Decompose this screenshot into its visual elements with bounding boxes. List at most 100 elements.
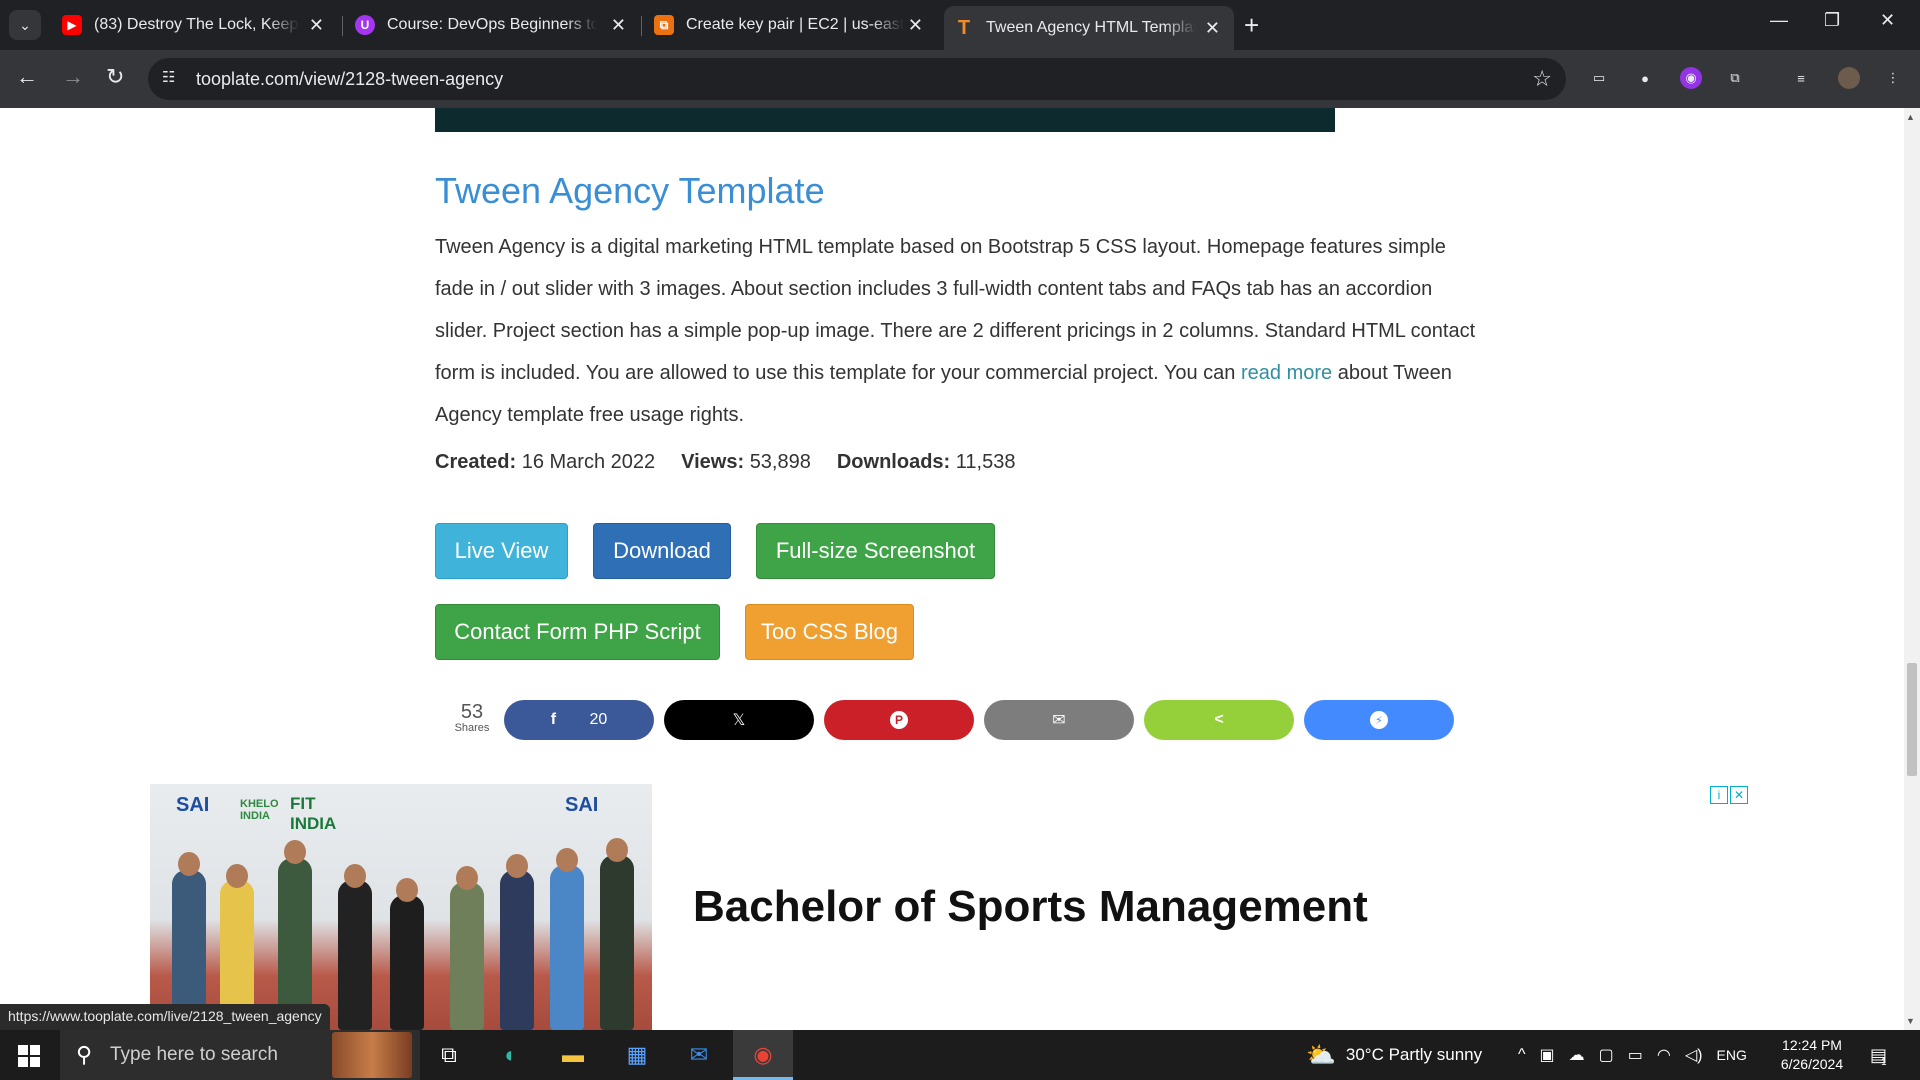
link-hover-status: https://www.tooplate.com/live/2128_tween… — [0, 1004, 330, 1030]
site-info-icon[interactable]: ☷ — [162, 68, 184, 90]
facebook-icon: f — [550, 711, 557, 728]
ad-person-head — [396, 878, 418, 902]
restore-icon[interactable]: ❐ — [1824, 10, 1840, 31]
vpn-extension-icon[interactable]: ◉ — [1680, 67, 1702, 89]
edge-icon[interactable]: ◐ — [494, 1038, 528, 1072]
search-highlight-image[interactable] — [332, 1032, 412, 1078]
close-window-icon[interactable]: ✕ — [1880, 10, 1895, 31]
template-description: Tween Agency is a digital marketing HTML… — [435, 226, 1485, 436]
generic-share-button[interactable]: < — [1144, 700, 1294, 740]
page-title: Tween Agency Template — [435, 170, 825, 211]
clock-time: 12:24 PM — [1782, 1037, 1842, 1053]
reload-icon[interactable]: ↻ — [106, 64, 124, 90]
extensions-puzzle-icon[interactable]: ⧉ — [1724, 67, 1746, 89]
downloads-label: Downloads: — [836, 451, 951, 473]
tab-udemy[interactable]: U Course: DevOps Beginners to A ✕ — [355, 6, 640, 44]
too-css-blog-button[interactable]: Too CSS Blog — [745, 604, 914, 660]
volume-icon[interactable]: ◁) — [1685, 1045, 1703, 1065]
pinterest-share-button[interactable]: P — [824, 700, 974, 740]
scroll-down-arrow-icon[interactable]: ▼ — [1906, 1016, 1915, 1026]
media-controls-icon[interactable]: ≡ — [1790, 67, 1812, 89]
ad-person-head — [506, 854, 528, 878]
read-more-link[interactable]: read more — [1241, 362, 1332, 384]
windows-start-icon[interactable] — [18, 1045, 40, 1067]
wifi-icon[interactable]: ◠ — [1657, 1045, 1671, 1065]
weather-widget[interactable]: ⛅ 30°C Partly sunny — [1306, 1030, 1482, 1080]
ad-info-icon[interactable]: i — [1710, 786, 1728, 804]
x-icon: 𝕏 — [732, 712, 746, 729]
menu-kebab-icon[interactable]: ⋮ — [1882, 67, 1904, 89]
close-icon[interactable]: ✕ — [1205, 18, 1220, 39]
downloads-info: Downloads: 11,538 — [837, 451, 1016, 474]
show-hidden-icons-chevron-icon[interactable]: ^ — [1518, 1046, 1526, 1064]
windows-taskbar: ⚲ Type here to search ⧉ ◐ ▬ ▦ ✉ ◉ ⛅ 30°C… — [0, 1030, 1920, 1080]
meet-now-icon[interactable]: ▣ — [1540, 1045, 1555, 1065]
email-share-button[interactable]: ✉ — [984, 700, 1134, 740]
profile-avatar[interactable] — [1838, 67, 1860, 89]
messenger-icon: ⚡ — [1370, 711, 1388, 729]
ad-person — [500, 870, 534, 1030]
minimize-icon[interactable]: — — [1770, 10, 1788, 31]
battery-icon[interactable]: ▭ — [1628, 1045, 1643, 1065]
tab-youtube[interactable]: ▶ (83) Destroy The Lock, Keep Wh ✕ — [58, 6, 338, 44]
taskbar-clock[interactable]: 12:24 PM 6/26/2024 — [1770, 1036, 1854, 1074]
ad-close-icon[interactable]: ✕ — [1730, 786, 1748, 804]
new-tab-button[interactable]: + — [1244, 12, 1259, 38]
share-icon: < — [1214, 711, 1224, 728]
template-meta: Created: 16 March 2022 Views: 53,898 Dow… — [435, 451, 1015, 474]
share-count: 53 Shares — [452, 702, 492, 734]
tab-search-button[interactable]: ⌄ — [9, 10, 41, 40]
created-info: Created: 16 March 2022 — [435, 451, 655, 474]
live-view-button[interactable]: Live View — [435, 523, 568, 579]
taskbar-search[interactable]: ⚲ Type here to search — [60, 1030, 420, 1080]
ad-choices[interactable]: i ✕ — [1710, 786, 1748, 804]
search-icon: ⚲ — [76, 1042, 93, 1067]
tab-aws[interactable]: ⧉ Create key pair | EC2 | us-east-1 ✕ — [654, 6, 937, 44]
advertisement-banner[interactable]: SAI KHELO INDIA FIT INDIA SAI Bachelor o… — [150, 784, 1750, 1030]
notification-center-icon[interactable]: ▤ 1 — [1870, 1030, 1887, 1080]
khelo-india-logo: KHELO INDIA — [240, 798, 279, 822]
x-share-button[interactable]: 𝕏 — [664, 700, 814, 740]
facebook-share-count: 20 — [589, 711, 608, 728]
ad-headline[interactable]: Bachelor of Sports Management — [693, 882, 1368, 932]
mail-icon[interactable]: ✉ — [682, 1038, 716, 1072]
bookmark-star-icon[interactable]: ☆ — [1532, 66, 1552, 92]
contact-form-php-button[interactable]: Contact Form PHP Script — [435, 604, 720, 660]
sai-logo-right: SAI — [565, 794, 599, 816]
download-button[interactable]: Download — [593, 523, 731, 579]
full-size-screenshot-button[interactable]: Full-size Screenshot — [756, 523, 995, 579]
cast-icon[interactable]: ▭ — [1588, 67, 1610, 89]
scroll-up-arrow-icon[interactable]: ▲ — [1906, 112, 1915, 122]
ad-person-head — [178, 852, 200, 876]
close-icon[interactable]: ✕ — [908, 15, 923, 36]
address-bar[interactable]: ☷ tooplate.com/view/2128-tween-agency ☆ — [148, 58, 1566, 100]
facebook-share-button[interactable]: f 20 — [504, 700, 654, 740]
weather-text: 30°C Partly sunny — [1345, 1045, 1483, 1064]
search-placeholder: Type here to search — [110, 1044, 278, 1065]
back-icon[interactable]: ← — [16, 64, 38, 90]
close-icon[interactable]: ✕ — [611, 15, 626, 36]
email-icon: ✉ — [1052, 712, 1066, 729]
close-icon[interactable]: ✕ — [309, 15, 324, 36]
onedrive-icon[interactable]: ☁ — [1569, 1045, 1585, 1065]
tab-title: Tween Agency HTML Template — [986, 19, 1196, 36]
page-scrollbar[interactable]: ▲ ▼ — [1904, 108, 1920, 1030]
tab-separator — [641, 16, 642, 36]
file-explorer-icon[interactable]: ▬ — [556, 1038, 590, 1072]
task-view-icon[interactable]: ⧉ — [432, 1038, 466, 1072]
template-preview-image[interactable] — [435, 108, 1335, 132]
downloads-value: 11,538 — [955, 451, 1016, 473]
scrollbar-thumb[interactable] — [1907, 663, 1917, 776]
url-text[interactable]: tooplate.com/view/2128-tween-agency — [196, 69, 503, 90]
microsoft-store-icon[interactable]: ▦ — [620, 1038, 654, 1072]
tab-separator — [342, 16, 343, 36]
chrome-icon[interactable]: ◉ — [746, 1038, 780, 1072]
ad-person-head — [344, 864, 366, 888]
messenger-share-button[interactable]: ⚡ — [1304, 700, 1454, 740]
display-icon[interactable]: ▢ — [1599, 1045, 1614, 1065]
forward-icon[interactable]: → — [62, 64, 84, 90]
share-count-number: 53 — [460, 701, 484, 723]
language-indicator[interactable]: ENG — [1717, 1047, 1747, 1063]
extension-icon[interactable]: ● — [1634, 67, 1656, 89]
tab-tooplate-active[interactable]: T Tween Agency HTML Template ✕ — [944, 6, 1234, 50]
